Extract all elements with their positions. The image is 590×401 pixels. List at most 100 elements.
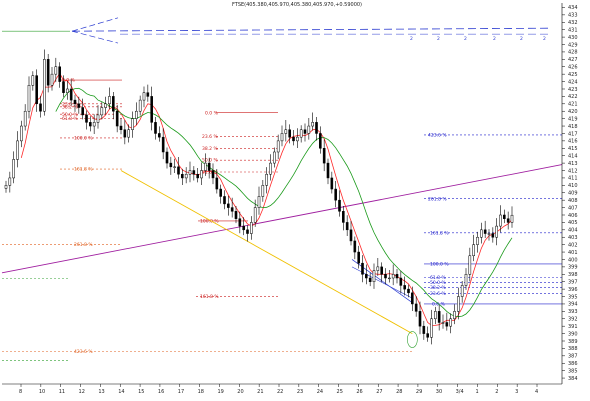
candle-body xyxy=(196,173,199,179)
dashed-marker-label: 2 xyxy=(543,36,546,42)
candle-body xyxy=(16,140,19,160)
y-tick-label: 409 xyxy=(568,191,578,197)
candle-body xyxy=(342,211,345,223)
candle-body xyxy=(368,277,372,282)
fib-right-50-label: 50.0 % xyxy=(430,280,446,286)
y-tick-label: 390 xyxy=(568,331,578,337)
candle-body xyxy=(399,277,403,286)
candle-body xyxy=(92,122,96,127)
fib-left-2618-label: 261.8 % xyxy=(74,242,93,248)
candle-body xyxy=(58,66,61,82)
dashed-marker-label: 2 xyxy=(437,36,440,42)
x-tick-label: 8 xyxy=(19,389,22,395)
fib-left-618-label: 61.8 % xyxy=(62,116,78,122)
candle-body xyxy=(108,96,111,105)
candle-body xyxy=(43,59,46,112)
candle-body xyxy=(265,173,268,186)
dashed-marker-label: 2 xyxy=(410,36,413,42)
candle-body xyxy=(200,170,203,179)
candle-body xyxy=(62,81,65,93)
candle-body xyxy=(20,125,23,142)
candle-body xyxy=(138,99,142,112)
fib-right-100-label: 100.0 % xyxy=(430,262,449,268)
candle-body xyxy=(207,162,211,171)
x-tick-label: 29 xyxy=(416,389,422,395)
dashed-marker-label: 2 xyxy=(520,36,523,42)
x-tick-label: 11 xyxy=(59,389,65,395)
candle-body xyxy=(495,225,498,238)
candle-body xyxy=(246,229,249,234)
candle-body xyxy=(322,148,326,164)
y-tick-label: 412 xyxy=(568,168,578,174)
fib-right-382-label: 38.2 % xyxy=(430,285,446,291)
candle-body xyxy=(334,188,337,201)
candle-body xyxy=(372,270,376,282)
candle-body xyxy=(506,218,510,223)
y-tick-label: 393 xyxy=(568,309,578,315)
candle-body xyxy=(319,133,322,149)
candle-body xyxy=(403,285,406,290)
candle-body xyxy=(437,311,441,323)
candle-body xyxy=(411,292,414,305)
candle-body xyxy=(269,162,272,175)
candle-body xyxy=(146,92,150,97)
candle-body xyxy=(483,229,487,234)
y-tick-label: 403 xyxy=(568,235,578,241)
x-tick-label: 26 xyxy=(356,389,362,395)
candle-body xyxy=(330,177,334,190)
y-tick-label: 431 xyxy=(568,27,578,33)
candle-body xyxy=(234,211,238,219)
fib-mid-1618-label: 161.8 % xyxy=(200,294,219,300)
candle-body xyxy=(376,266,380,271)
candle-body xyxy=(326,162,330,179)
candle-body xyxy=(292,136,295,142)
fib-left-382-label: 38.2 % xyxy=(62,104,78,110)
y-tick-label: 388 xyxy=(568,346,578,352)
candle-body xyxy=(73,99,77,105)
candle-body xyxy=(238,218,242,227)
y-tick-label: 422 xyxy=(568,94,578,100)
candle-body xyxy=(503,214,506,219)
candle-body xyxy=(422,325,426,334)
candle-body xyxy=(426,333,429,338)
fib-right-4236-label: 423.6 % xyxy=(428,133,447,139)
y-tick-label: 392 xyxy=(568,317,578,323)
y-tick-label: 429 xyxy=(568,42,578,48)
y-tick-label: 407 xyxy=(568,205,578,211)
candle-body xyxy=(81,107,84,116)
candle-body xyxy=(123,129,127,138)
y-tick-label: 400 xyxy=(568,257,578,263)
y-tick-label: 411 xyxy=(568,176,578,182)
candle-body xyxy=(365,274,368,279)
plot-area-background xyxy=(0,0,590,401)
candle-body xyxy=(135,110,138,119)
candle-body xyxy=(491,233,495,238)
y-tick-label: 428 xyxy=(568,50,578,56)
candle-body xyxy=(288,129,291,138)
candle-body xyxy=(23,110,27,127)
candle-body xyxy=(391,274,395,279)
candle-body xyxy=(445,322,449,327)
y-tick-label: 421 xyxy=(568,102,578,108)
candle-body xyxy=(31,75,35,86)
candle-body xyxy=(453,311,456,320)
dashed-marker-label: 2 xyxy=(493,36,496,42)
candle-body xyxy=(430,318,433,338)
candle-body xyxy=(380,266,383,275)
x-tick-label: 1 xyxy=(475,389,478,395)
candle-body xyxy=(69,88,73,101)
candle-body xyxy=(142,92,146,101)
candle-body xyxy=(8,177,12,186)
y-tick-label: 391 xyxy=(568,324,578,330)
fib-left-4236-label: 423.6 % xyxy=(74,349,93,355)
fib-mid-50-label: 50.0 % xyxy=(202,158,218,164)
candle-body xyxy=(315,122,318,134)
y-tick-label: 406 xyxy=(568,213,578,219)
candle-body xyxy=(177,166,180,175)
candle-body xyxy=(223,196,226,205)
candle-body xyxy=(127,129,130,138)
fib-left-100-label: 100.0 % xyxy=(74,136,93,142)
candle-body xyxy=(472,244,475,257)
candle-body xyxy=(150,96,153,123)
candle-body xyxy=(39,103,42,112)
